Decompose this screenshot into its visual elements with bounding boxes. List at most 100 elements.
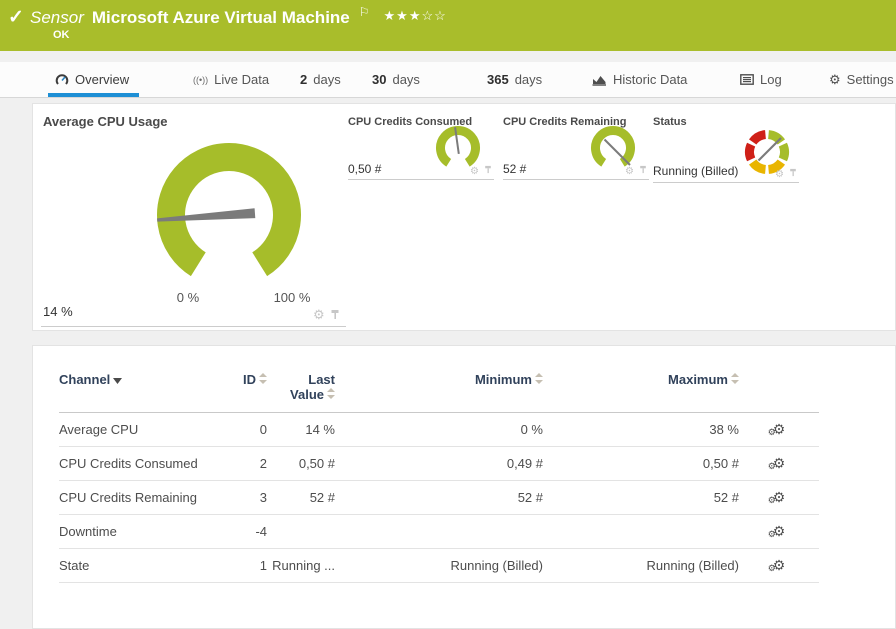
cell-id: 2 [207,447,267,481]
tab-live-data[interactable]: ((•)) Live Data [193,62,269,97]
cell-last-value: 14 % [267,413,335,447]
cell-maximum: Running (Billed) [543,549,739,583]
channel-settings-icon[interactable]: ⚙⚙ [773,490,786,504]
tab-365-days[interactable]: 365 days [487,62,542,97]
area-chart-icon [592,74,607,86]
cell-maximum [543,515,739,549]
gauge-tile-cpu-credits-remaining: CPU Credits Remaining 52 # ⚙ [503,112,649,184]
gauge-icon [55,73,69,86]
cell-maximum: 0,50 # [543,447,739,481]
overview-gauges-panel: Average CPU Usage 0 % 100 % 14 % ⚙ CPU C… [32,103,896,331]
gauge-settings-gear-icon[interactable]: ⚙ [470,166,479,177]
tab-suffix: days [313,72,340,87]
cell-last-value: 0,50 # [267,447,335,481]
table-row-downtime[interactable]: Downtime -4 ⚙⚙ [59,515,819,549]
sensor-title-row: Sensor Microsoft Azure Virtual Machine ⚐… [30,6,447,28]
tab-label: Settings [847,72,894,87]
cell-channel: CPU Credits Consumed [59,447,207,481]
tab-number: 2 [300,72,307,87]
cell-channel: Average CPU [59,413,207,447]
cell-id: -4 [207,515,267,549]
channel-settings-icon[interactable]: ⚙⚙ [773,524,786,538]
divider [503,179,649,180]
tab-label: Historic Data [613,72,687,87]
tab-overview[interactable]: Overview [55,62,129,97]
divider [653,182,799,183]
table-row-state[interactable]: State 1 Running ... Running (Billed) Run… [59,549,819,583]
col-header-last-value[interactable]: Last Value [267,372,335,413]
col-label: Minimum [475,372,532,387]
log-icon [740,74,754,85]
gauge-tile-status: Status Running (Billed) ⚙ [653,112,799,184]
tile-title: Status [653,116,687,128]
cell-last-value: 52 # [267,481,335,515]
tab-historic-data[interactable]: Historic Data [592,62,687,97]
tab-30-days[interactable]: 30 days [372,62,420,97]
sensor-header: ✓ Sensor Microsoft Azure Virtual Machine… [0,0,896,51]
cell-minimum: 0 % [335,413,543,447]
gauge-max-label: 100 % [267,290,317,305]
page-title: Microsoft Azure Virtual Machine [92,6,350,28]
priority-stars[interactable]: ★★★☆☆ [384,6,447,24]
table-row-cpu-credits-remaining[interactable]: CPU Credits Remaining 3 52 # 52 # 52 # ⚙… [59,481,819,515]
gauge-settings-gear-icon[interactable]: ⚙ [313,307,325,323]
col-label: Last [267,372,335,387]
broadcast-icon: ((•)) [193,75,208,85]
cell-minimum: 0,49 # [335,447,543,481]
sort-icon [327,387,335,402]
channel-table-panel: Channel ID Last Value Minimum Maximum [32,345,896,629]
col-label: Channel [59,372,110,387]
sort-icon [259,372,267,387]
cell-id: 3 [207,481,267,515]
cell-id: 0 [207,413,267,447]
col-label: Maximum [668,372,728,387]
cell-channel: Downtime [59,515,207,549]
table-row-average-cpu[interactable]: Average CPU 0 14 % 0 % 38 % ⚙⚙ [59,413,819,447]
tab-number: 365 [487,72,509,87]
sensor-kind-label: Sensor [30,6,84,28]
gauge-pin-icon[interactable] [330,308,340,323]
primary-gauge-title: Average CPU Usage [43,114,168,129]
primary-gauge-value: 14 % [43,304,73,319]
flag-icon[interactable]: ⚐ [359,6,370,18]
tab-label: Log [760,72,782,87]
tab-bar: Overview ((•)) Live Data 2 days 30 days … [0,62,896,98]
col-header-minimum[interactable]: Minimum [335,372,543,413]
status-ok-check-icon: ✓ [8,6,24,29]
gauge-pin-icon[interactable] [639,165,647,177]
tab-label: Overview [75,72,129,87]
channel-settings-icon[interactable]: ⚙⚙ [773,456,786,470]
tab-label: Live Data [214,72,269,87]
tab-2-days[interactable]: 2 days [300,62,341,97]
gauge-tile-cpu-credits-consumed: CPU Credits Consumed 0,50 # ⚙ [348,112,494,184]
stars-filled: ★★★ [384,8,422,23]
tile-value: 0,50 # [348,162,381,176]
sort-icon [731,372,739,387]
col-label: ID [243,372,256,387]
stars-empty: ☆☆ [422,8,447,23]
cell-maximum: 38 % [543,413,739,447]
tile-value: 52 # [503,162,526,176]
cell-minimum: Running (Billed) [335,549,543,583]
col-header-id[interactable]: ID [207,372,267,413]
gauge-settings-gear-icon[interactable]: ⚙ [775,169,784,180]
table-row-cpu-credits-consumed[interactable]: CPU Credits Consumed 2 0,50 # 0,49 # 0,5… [59,447,819,481]
gauge-pin-icon[interactable] [789,168,797,180]
channel-settings-icon[interactable]: ⚙⚙ [773,558,786,572]
cell-channel: CPU Credits Remaining [59,481,207,515]
col-header-maximum[interactable]: Maximum [543,372,739,413]
gear-icon: ⚙ [829,72,841,88]
tile-value: Running (Billed) [653,164,738,178]
channel-table: Channel ID Last Value Minimum Maximum [59,372,819,583]
cell-id: 1 [207,549,267,583]
tab-settings[interactable]: ⚙ Settings [829,62,894,97]
gauge-pin-icon[interactable] [484,165,492,177]
cell-minimum: 52 # [335,481,543,515]
tab-log[interactable]: Log [740,62,782,97]
cell-minimum [335,515,543,549]
channel-settings-icon[interactable]: ⚙⚙ [773,422,786,436]
col-header-channel[interactable]: Channel [59,372,207,413]
divider [41,326,346,327]
gauge-settings-gear-icon[interactable]: ⚙ [625,166,634,177]
cell-channel: State [59,549,207,583]
